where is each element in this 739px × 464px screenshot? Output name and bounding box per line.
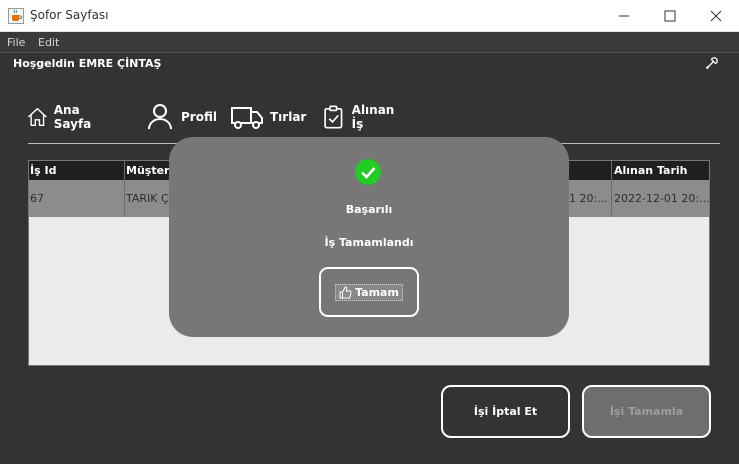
window-title: Şofor Sayfası xyxy=(30,8,109,22)
dialog-title: Başarılı xyxy=(345,203,393,216)
java-cup-icon xyxy=(8,8,24,24)
wrench-icon[interactable] xyxy=(705,56,719,70)
ok-button-focus: Tamam xyxy=(335,283,403,301)
maximize-icon xyxy=(664,10,676,22)
truck-icon xyxy=(231,107,263,129)
minimize-icon xyxy=(619,15,629,17)
nav-profile-label: Profil xyxy=(181,110,217,124)
nav-home-label: Ana Sayfa xyxy=(53,103,92,131)
column-header-customer[interactable]: Müşteri xyxy=(126,164,173,177)
ok-button-label: Tamam xyxy=(355,285,399,299)
column-divider xyxy=(611,161,612,217)
nav-trucks[interactable]: Tırlar xyxy=(230,101,306,133)
nav-jobs[interactable]: Alınan İş xyxy=(321,101,400,133)
dialog-message: İş Tamamlandı xyxy=(324,236,414,249)
column-divider xyxy=(124,161,125,217)
menu-file[interactable]: File xyxy=(7,36,25,49)
nav-trucks-label: Tırlar xyxy=(270,110,307,124)
complete-job-button[interactable]: İşi Tamamla xyxy=(582,385,711,438)
close-button[interactable] xyxy=(693,0,739,32)
success-dialog: Başarılı İş Tamamlandı Tamam xyxy=(169,137,569,337)
thumbs-up-icon xyxy=(339,286,352,298)
nav-jobs-label: Alınan İş xyxy=(351,103,395,131)
cell-customer: TARIK Ç xyxy=(126,192,169,205)
welcome-label: Hoşgeldin EMRE ÇİNTAŞ xyxy=(13,57,162,70)
user-icon xyxy=(148,104,172,130)
minimize-button[interactable] xyxy=(601,0,647,32)
menu-bar: File Edit xyxy=(0,32,739,53)
nav-home[interactable]: Ana Sayfa xyxy=(27,101,101,133)
menu-edit[interactable]: Edit xyxy=(38,36,59,49)
home-icon xyxy=(27,107,47,126)
column-header-id[interactable]: İş Id xyxy=(30,164,56,177)
title-bar: Şofor Sayfası xyxy=(0,0,739,32)
column-header-taken-date[interactable]: Alınan Tarih xyxy=(614,164,688,177)
cell-id: 67 xyxy=(30,192,44,205)
check-circle-icon xyxy=(355,159,381,185)
clipboard-check-icon xyxy=(324,105,343,129)
cancel-job-button[interactable]: İşi İptal Et xyxy=(441,385,570,438)
cell-taken-date: 2022-12-01 20:... xyxy=(614,192,710,205)
nav-profile[interactable]: Profil xyxy=(145,101,217,133)
maximize-button[interactable] xyxy=(647,0,693,32)
ok-button[interactable]: Tamam xyxy=(319,267,419,317)
close-icon xyxy=(710,10,722,22)
